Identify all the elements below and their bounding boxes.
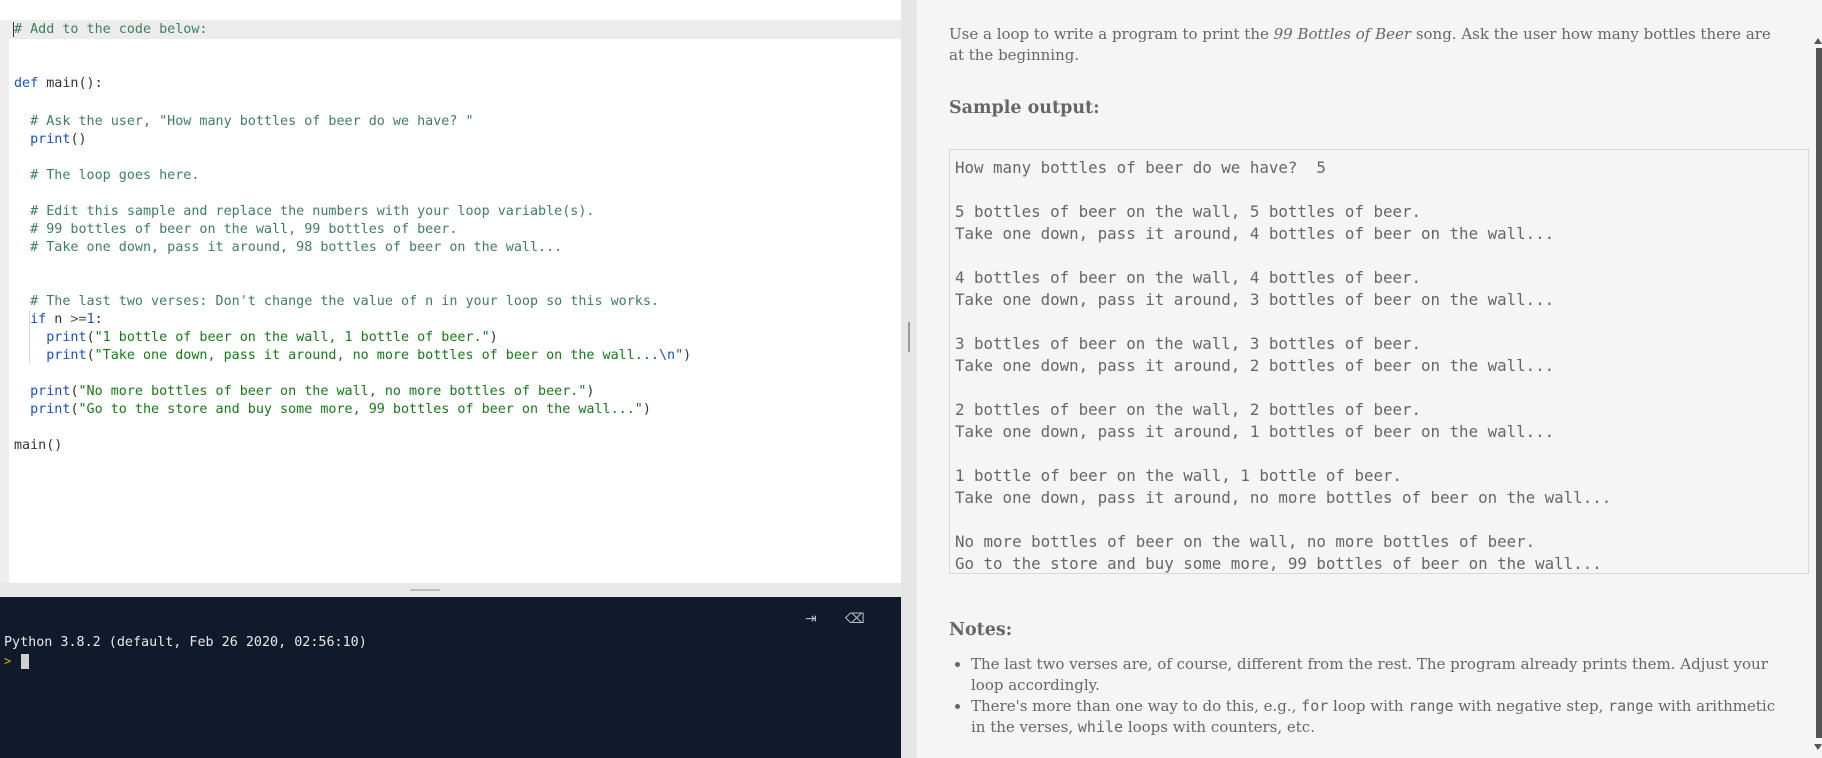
editor-console-splitter[interactable] [0,583,901,597]
notes-section: Notes: The last two verses are, of cours… [949,620,1789,738]
code-line[interactable]: # The loop goes here. [14,167,199,185]
scroll-thumb[interactable] [1816,48,1822,738]
code-line[interactable]: print("No more bottles of beer on the wa… [14,383,594,401]
console-version-line: Python 3.8.2 (default, Feb 26 2020, 02:5… [4,635,367,650]
sample-output-heading: Sample output: [949,98,1100,118]
code-line[interactable]: # Take one down, pass it around, 98 bott… [14,239,562,257]
console-prompt: > [4,654,12,668]
console-cursor[interactable] [21,654,29,669]
splitter-grip[interactable] [908,322,910,352]
code-line[interactable]: print("Take one down, pass it around, no… [14,347,691,365]
instructions-pane: Use a loop to write a program to print t… [917,0,1822,758]
sample-output-text: How many bottles of beer do we have? 5 5… [955,158,1612,573]
scroll-down-arrow[interactable] [1814,744,1822,750]
code-line[interactable]: # Add to the code below: [14,21,207,39]
code-line[interactable]: # Ask the user, "How many bottles of bee… [14,113,473,131]
notes-list: The last two verses are, of course, diff… [949,654,1789,738]
intro-text: Use a loop to write a program to print t… [949,25,1771,64]
code-line[interactable]: def main(): [14,75,103,93]
code-editor[interactable]: # Add to the code below: def main(): # As… [0,20,901,583]
code-line[interactable]: if n >=1: [14,311,103,329]
clear-console-icon[interactable]: ⌫ [845,611,865,627]
code-line[interactable]: print("Go to the store and buy some more… [14,401,651,419]
exit-console-icon[interactable]: ⇥ [805,611,817,627]
note-item: There's more than one way to do this, e.… [971,696,1789,738]
pane-splitter[interactable] [901,0,917,758]
sample-output-box: How many bottles of beer do we have? 5 5… [949,149,1809,574]
code-line[interactable]: main() [14,437,62,455]
code-line[interactable]: print() [14,131,86,149]
splitter-grip[interactable] [410,589,440,591]
code-line[interactable]: print("1 bottle of beer on the wall, 1 b… [14,329,497,347]
note-item: The last two verses are, of course, diff… [971,654,1789,696]
code-line[interactable]: # 99 bottles of beer on the wall, 99 bot… [14,221,457,239]
code-line[interactable]: # The last two verses: Don't change the … [14,293,659,311]
left-pane: # Add to the code below: def main(): # As… [0,0,901,758]
notes-heading: Notes: [949,620,1013,640]
code-line[interactable]: # Edit this sample and replace the numbe… [14,203,594,221]
scroll-up-arrow[interactable] [1814,38,1822,44]
song-title: 99 Bottles of Beer [1273,25,1412,43]
scrollbar[interactable] [1814,0,1822,758]
editor-gutter [0,20,9,583]
python-console[interactable]: ⇥ ⌫ Python 3.8.2 (default, Feb 26 2020, … [0,597,901,758]
